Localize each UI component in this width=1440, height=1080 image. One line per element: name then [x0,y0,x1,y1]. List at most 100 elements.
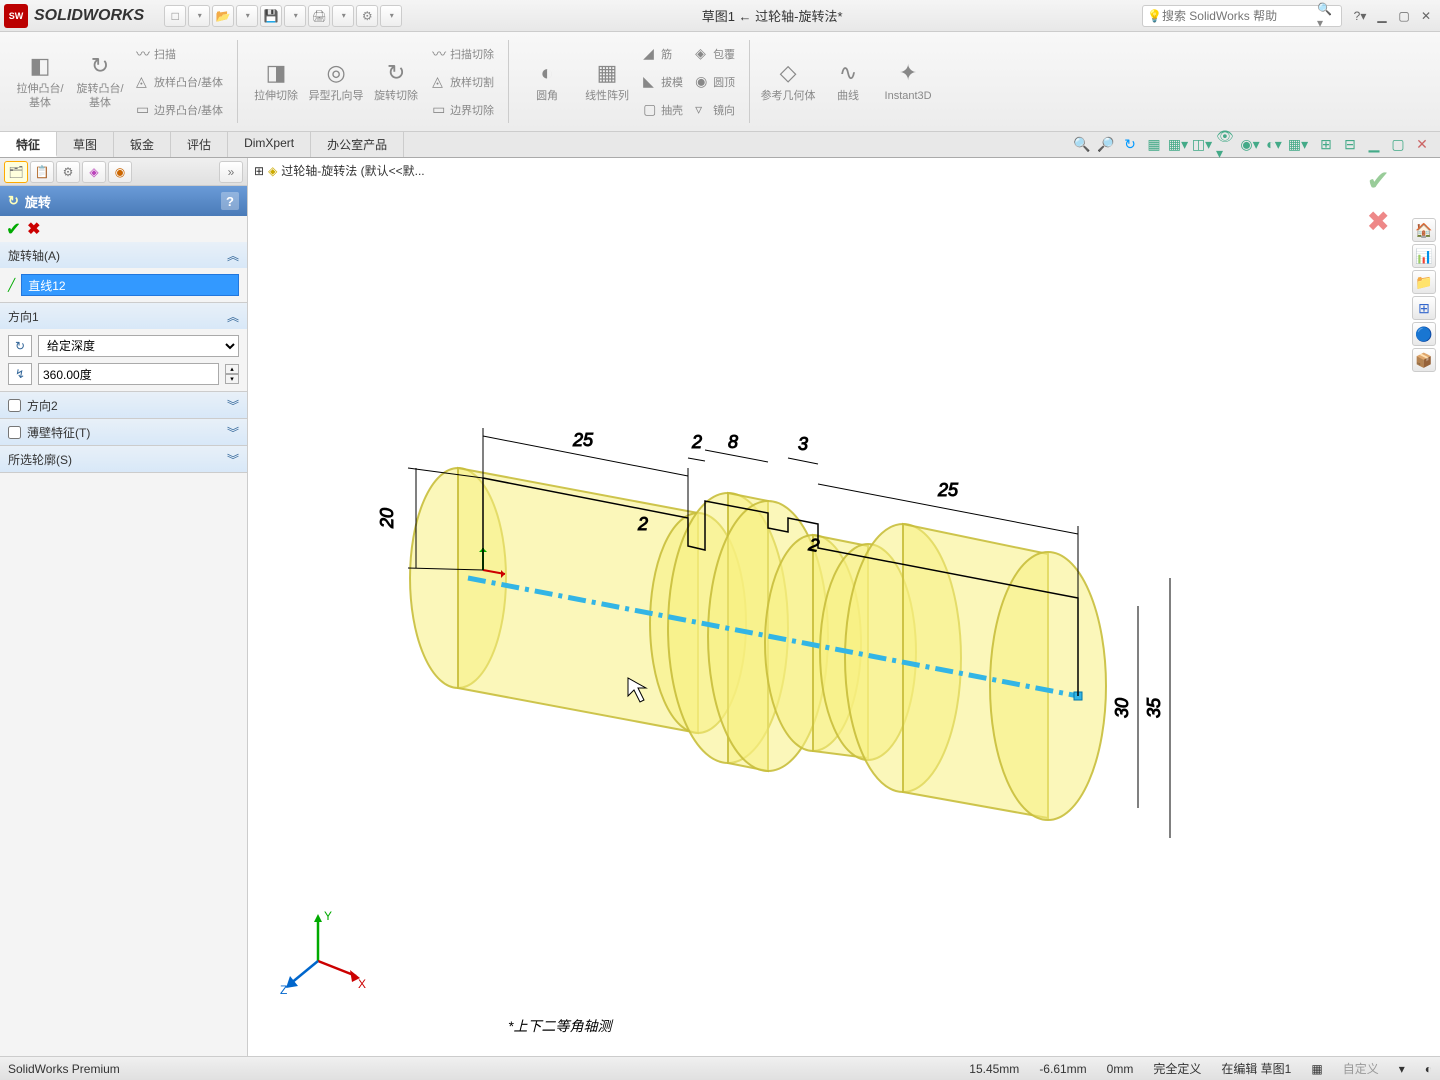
graphics-area[interactable]: ⊞ ◈ 过轮轴-旋转法 (默认<<默... ✔ ✖ 🏠 📊 📁 ⊞ 🔵 📦 [248,158,1440,1056]
help-button[interactable]: ?▾ [1350,6,1370,26]
panel-expand-icon[interactable]: » [219,161,243,183]
draft-button[interactable]: ◣拔模 [639,69,687,95]
save-dropdown[interactable] [284,5,306,27]
curves-button[interactable]: ∿曲线 [820,38,876,126]
print-dropdown[interactable] [332,5,354,27]
child-minimize-icon[interactable]: ▁ [1364,135,1384,155]
direction2-checkbox[interactable] [8,399,21,412]
maximize-button[interactable]: ▢ [1394,6,1414,26]
viewport-2-icon[interactable]: ⊟ [1340,135,1360,155]
open-dropdown[interactable] [236,5,258,27]
appearance-icon[interactable]: ◉▾ [1240,135,1260,155]
viewport-1-icon[interactable]: ⊞ [1316,135,1336,155]
zoom-fit-icon[interactable]: 🔍 [1072,135,1092,155]
search-icon[interactable]: 🔍▾ [1317,2,1337,30]
wrap-button[interactable]: ◈包覆 [691,41,739,67]
contours-header[interactable]: 所选轮廓(S)︾ [0,446,247,472]
revolve-boss-button[interactable]: ↻旋转凸台/基体 [72,38,128,126]
ok-button[interactable]: ✔ [6,219,21,240]
mirror-button[interactable]: ▿镜向 [691,97,739,123]
hole-wizard-button[interactable]: ◎异型孔向导 [308,38,364,126]
fillet-button[interactable]: ◐圆角 [519,38,575,126]
cancel-button[interactable]: ✖ [27,219,40,239]
scene-icon[interactable]: ◐▾ [1264,135,1284,155]
status-help-icon[interactable]: ◐ [1425,1062,1432,1076]
rotate-icon[interactable]: ↻ [1120,135,1140,155]
customize-dropdown[interactable] [380,5,402,27]
hide-show-icon[interactable]: 👁▾ [1216,135,1236,155]
dimxpert-manager-tab[interactable]: ◈ [82,161,106,183]
angle-input[interactable] [38,363,219,385]
render-icon[interactable]: ▦▾ [1288,135,1308,155]
section-icon[interactable]: ▦ [1144,135,1164,155]
search-input[interactable] [1162,9,1317,23]
tab-features[interactable]: 特征 [0,132,57,157]
main-area: 🗂 📋 ⚙ ◈ ◉ » ↻ 旋转 ? ✔ ✖ 旋转轴(A)︽ ╱ [0,158,1440,1056]
print-button[interactable]: 🖨 [308,5,330,27]
library-icon[interactable]: 📁 [1412,270,1436,294]
reference-geometry-button[interactable]: ◇参考几何体 [760,38,816,126]
resources-icon[interactable]: 📊 [1412,244,1436,268]
status-menu-icon[interactable]: ▾ [1399,1062,1405,1076]
help-search[interactable]: 💡 🔍▾ [1142,5,1342,27]
new-dropdown[interactable] [188,5,210,27]
boundary-button[interactable]: ▭边界凸台/基体 [132,97,227,123]
tab-dimxpert[interactable]: DimXpert [228,132,311,157]
feature-manager-tab[interactable]: 🗂 [4,161,28,183]
sweep-cut-button[interactable]: 〰扫描切除 [428,41,498,67]
close-button[interactable]: ✕ [1416,6,1436,26]
direction1-header[interactable]: 方向1︽ [0,303,247,329]
dome-button[interactable]: ◉圆顶 [691,69,739,95]
child-restore-icon[interactable]: ▢ [1388,135,1408,155]
design-tree-flyout[interactable]: ⊞ ◈ 过轮轴-旋转法 (默认<<默... [254,162,425,179]
instant3d-button[interactable]: ✦Instant3D [880,38,936,126]
explorer-icon[interactable]: ⊞ [1412,296,1436,320]
property-manager-tab[interactable]: 📋 [30,161,54,183]
tab-office[interactable]: 办公室产品 [311,132,404,157]
options-button[interactable]: ⚙ [356,5,378,27]
appearances-icon[interactable]: 📦 [1412,348,1436,372]
linear-pattern-button[interactable]: ▦线性阵列 [579,38,635,126]
expand-tree-icon[interactable]: ⊞ [254,164,264,178]
statusbar: SolidWorks Premium 15.45mm -6.61mm 0mm 完… [0,1056,1440,1080]
tab-sheetmetal[interactable]: 钣金 [114,132,171,157]
axis-input[interactable] [21,274,239,296]
reverse-direction-icon[interactable]: ↻ [8,335,32,357]
minimize-button[interactable]: ▁ [1372,6,1392,26]
loft-cut-button[interactable]: ◬放样切割 [428,69,498,95]
angle-spinner[interactable]: ▴▾ [225,364,239,384]
render-manager-tab[interactable]: ◉ [108,161,132,183]
direction-type-select[interactable]: 给定深度 [38,335,239,357]
revolve-cut-button[interactable]: ↻旋转切除 [368,38,424,126]
customize-label[interactable]: 自定义 [1343,1060,1379,1077]
thin-feature-checkbox[interactable] [8,426,21,439]
sweep-button[interactable]: 〰扫描 [132,41,227,67]
corner-cancel-icon[interactable]: ✖ [1367,205,1390,238]
svg-text:8: 8 [728,432,738,452]
tab-evaluate[interactable]: 评估 [171,132,228,157]
new-button[interactable]: □ [164,5,186,27]
tab-sketch[interactable]: 草图 [57,132,114,157]
extrude-cut-button[interactable]: ◨拉伸切除 [248,38,304,126]
shell-button[interactable]: ▢抽壳 [639,97,687,123]
boundary-cut-button[interactable]: ▭边界切除 [428,97,498,123]
corner-ok-icon[interactable]: ✔ [1367,164,1390,197]
thin-feature-header[interactable]: 薄壁特征(T)︾ [0,419,247,445]
loft-button[interactable]: ◬放样凸台/基体 [132,69,227,95]
help-icon[interactable]: ? [221,192,239,210]
save-button[interactable]: 💾 [260,5,282,27]
palette-icon[interactable]: 🔵 [1412,322,1436,346]
config-manager-tab[interactable]: ⚙ [56,161,80,183]
direction2-header[interactable]: 方向2︾ [0,392,247,418]
axis-section-header[interactable]: 旋转轴(A)︽ [0,242,247,268]
child-close-icon[interactable]: ✕ [1412,135,1432,155]
view-triad[interactable]: Y X Z [278,906,368,996]
rib-button[interactable]: ◢筋 [639,41,687,67]
open-button[interactable]: 📂 [212,5,234,27]
extrude-boss-button[interactable]: ◧拉伸凸台/基体 [12,38,68,126]
unit-system-icon[interactable]: ▦ [1311,1062,1322,1076]
display-style-icon[interactable]: ◫▾ [1192,135,1212,155]
view-orientation-icon[interactable]: ▦▾ [1168,135,1188,155]
home-icon[interactable]: 🏠 [1412,218,1436,242]
zoom-area-icon[interactable]: 🔎 [1096,135,1116,155]
